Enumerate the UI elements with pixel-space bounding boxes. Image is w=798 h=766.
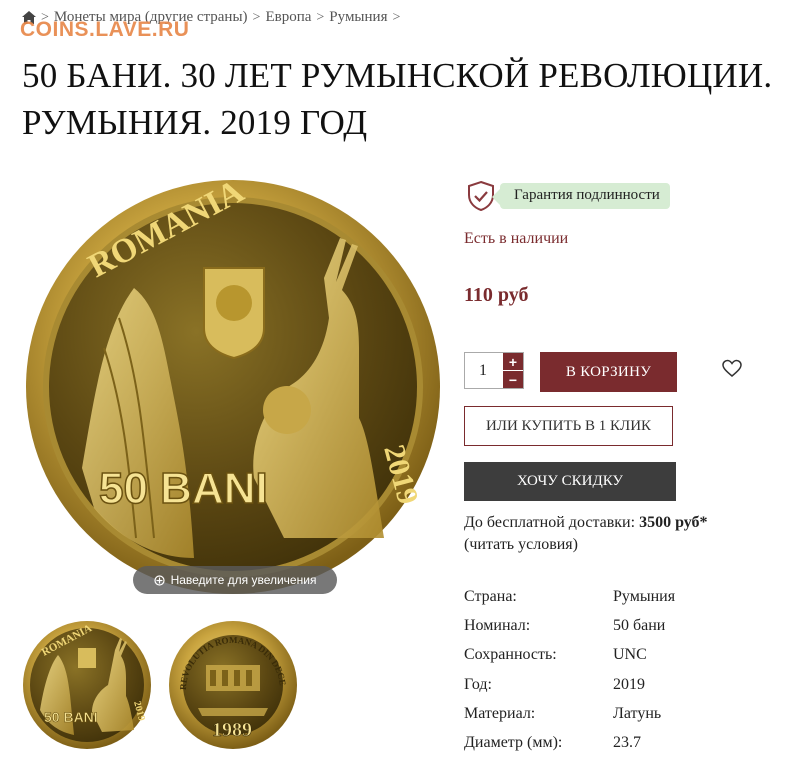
quantity-buttons: + − bbox=[503, 353, 523, 388]
minus-icon[interactable]: − bbox=[503, 370, 523, 388]
buy-one-click-button[interactable]: ИЛИ КУПИТЬ В 1 КЛИК bbox=[464, 406, 673, 446]
breadcrumb-separator: > bbox=[252, 9, 261, 25]
spec-row: Диаметр (мм): 23.7 bbox=[464, 728, 675, 757]
spec-key: Сохранность: bbox=[464, 646, 557, 664]
delivery-amount: 3500 руб* bbox=[639, 514, 708, 531]
add-to-cart-button[interactable]: В КОРЗИНУ bbox=[540, 352, 677, 392]
page-title-line-2: РУМЫНИЯ. 2019 ГОД bbox=[22, 103, 368, 142]
spec-row: Номинал: 50 бани bbox=[464, 611, 675, 640]
free-delivery-info: До бесплатной доставки: 3500 руб* (читат… bbox=[464, 512, 784, 556]
breadcrumb-item-europe[interactable]: Европа bbox=[265, 9, 311, 26]
delivery-prefix: До бесплатной доставки: bbox=[464, 514, 636, 531]
coin-main-image[interactable]: ROMANIA 2019 50 BANI bbox=[24, 178, 442, 596]
spec-key: Номинал: bbox=[464, 616, 531, 634]
zoom-hint-label: Наведите для увеличения bbox=[170, 573, 317, 587]
thumb-obverse-denomination: 50 BANI bbox=[44, 709, 98, 725]
coin-thumbnail-obverse[interactable]: 50 BANI ROMANIA 2019 bbox=[22, 620, 152, 750]
spec-value: 50 бани bbox=[613, 616, 666, 634]
page-title-line-1: 50 БАНИ. 30 ЛЕТ РУМЫНСКОЙ РЕВОЛЮЦИИ. bbox=[22, 56, 773, 95]
plus-icon[interactable]: + bbox=[503, 353, 523, 370]
zoom-icon bbox=[153, 574, 165, 586]
spec-row: Материал: Латунь bbox=[464, 699, 675, 728]
thumb-reverse-year: 1989 bbox=[212, 719, 252, 741]
coin-denomination: 50 BANI bbox=[99, 464, 268, 513]
spec-value: Румыния bbox=[613, 587, 676, 605]
specs-table: Страна: Румыния Номинал: 50 бани Сохраннос… bbox=[464, 582, 675, 758]
spec-key: Страна: bbox=[464, 587, 517, 605]
spec-value: Латунь bbox=[613, 704, 662, 722]
spec-value: UNC bbox=[613, 646, 647, 664]
heart-icon[interactable] bbox=[722, 359, 742, 379]
spec-value: 2019 bbox=[613, 675, 645, 693]
spec-row: Год: 2019 bbox=[464, 670, 675, 699]
spec-key: Диаметр (мм): bbox=[464, 734, 563, 752]
zoom-hint[interactable]: Наведите для увеличения bbox=[133, 566, 337, 594]
guarantee-badge: Гарантия подлинности bbox=[492, 183, 670, 209]
price: 110 руб bbox=[464, 284, 529, 306]
breadcrumb-separator: > bbox=[392, 9, 401, 25]
coin-thumbnail-reverse[interactable]: REVOLUTIA ROMANA DIN DECEMBRIE 1989 bbox=[168, 620, 298, 750]
quantity-input[interactable]: 1 bbox=[465, 353, 503, 388]
page-title: 50 БАНИ. 30 ЛЕТ РУМЫНСКОЙ РЕВОЛЮЦИИ. РУМ… bbox=[22, 52, 792, 146]
authenticity-guarantee: Гарантия подлинности bbox=[466, 180, 670, 212]
quantity-stepper[interactable]: 1 + − bbox=[464, 352, 524, 389]
breadcrumb-item-romania[interactable]: Румыния bbox=[329, 9, 387, 26]
stock-status: Есть в наличии bbox=[464, 230, 569, 247]
spec-key: Материал: bbox=[464, 704, 536, 722]
spec-row: Страна: Румыния bbox=[464, 582, 675, 611]
spec-row: Сохранность: UNC bbox=[464, 641, 675, 670]
spec-key: Год: bbox=[464, 675, 492, 693]
want-discount-button[interactable]: ХОЧУ СКИДКУ bbox=[464, 462, 676, 501]
delivery-terms-link[interactable]: (читать условия) bbox=[464, 536, 578, 553]
breadcrumb-separator: > bbox=[316, 9, 325, 25]
spec-value: 23.7 bbox=[613, 734, 641, 752]
watermark: COINS.LAVE.RU bbox=[20, 18, 190, 41]
